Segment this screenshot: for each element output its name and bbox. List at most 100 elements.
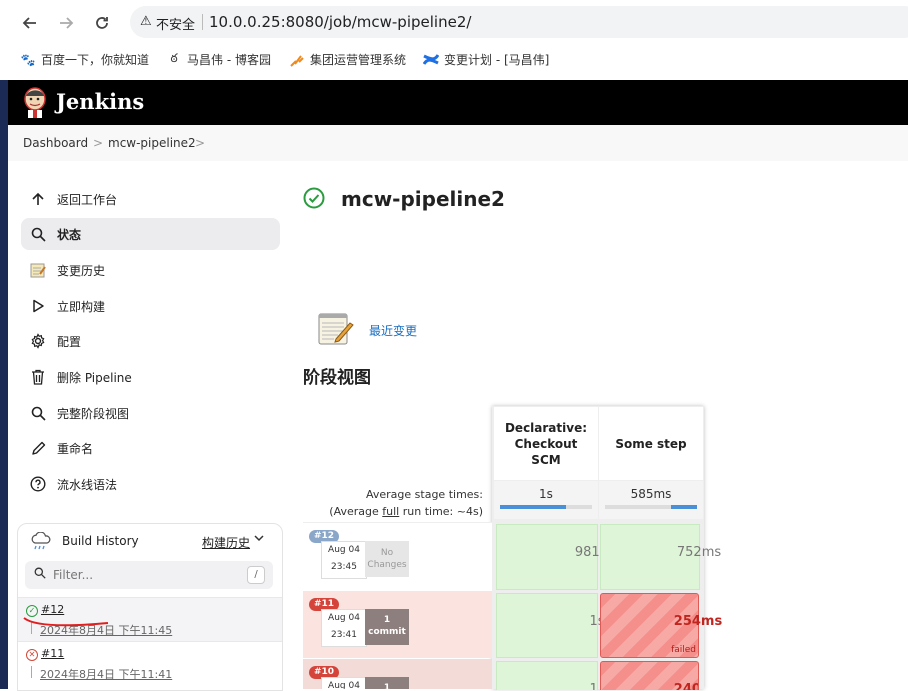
- avg-time-bar: [605, 505, 697, 509]
- run-time: 23:41: [331, 630, 357, 640]
- address-bar[interactable]: ⚠ 不安全 10.0.0.25:8080/job/mcw-pipeline2/: [130, 6, 908, 38]
- breadcrumb-dashboard[interactable]: Dashboard: [23, 136, 88, 150]
- keyboard-shortcut-hint: /: [247, 566, 265, 584]
- sidebar-item-label: 变更历史: [57, 264, 106, 278]
- stage-duration: 254ms: [673, 614, 723, 629]
- avg-label-prefix: (Average: [329, 505, 383, 518]
- sidebar-item-label: 完整阶段视图: [57, 407, 130, 421]
- breadcrumb-job[interactable]: mcw-pipeline2: [108, 136, 196, 150]
- breadcrumb: Dashboard > mcw-pipeline2 >: [8, 125, 908, 161]
- desktop-edge: [0, 80, 8, 689]
- page-title: mcw-pipeline2: [341, 187, 505, 211]
- recent-changes-link[interactable]: 最近变更: [369, 322, 417, 339]
- avg-full-link[interactable]: full: [382, 505, 399, 518]
- search-icon: [29, 404, 47, 422]
- ops-system-icon: [289, 52, 305, 68]
- avg-time: 1s: [539, 487, 553, 501]
- jenkins-logo-icon[interactable]: [22, 86, 48, 118]
- run-time: 23:45: [331, 562, 357, 572]
- stage-cell-success[interactable]: 1s: [496, 661, 598, 690]
- sidebar-item-status[interactable]: 状态: [21, 218, 280, 250]
- avg-label-suffix: run time: ~4s): [399, 505, 483, 518]
- bookmark-baidu[interactable]: 🐾 百度一下，你就知道: [20, 51, 150, 68]
- stage-header: Declarative: Checkout SCM: [494, 407, 598, 480]
- run-date-box: Aug 04: [321, 677, 367, 689]
- baidu-paw-icon: 🐾: [20, 52, 36, 67]
- weather-rain-icon: [30, 531, 52, 555]
- run-date: Aug 04: [328, 681, 360, 689]
- bookmark-label: 马昌伟 - 博客园: [187, 53, 271, 67]
- sidebar-item-label: 返回工作台: [57, 193, 118, 207]
- bookmark-cnblogs[interactable]: ఠ 马昌伟 - 博客园: [166, 51, 271, 68]
- filter-placeholder: Filter...: [53, 568, 94, 582]
- sidebar-item-full-stage-view[interactable]: 完整阶段视图: [21, 397, 280, 429]
- sidebar-item-label: 立即构建: [57, 300, 106, 314]
- sidebar-item-pipeline-syntax[interactable]: 流水线语法: [21, 468, 280, 500]
- stage-cell-failed[interactable]: 240ms: [600, 661, 699, 690]
- build-row[interactable]: ✕ #11 2024年8月4日 下午11:41: [18, 641, 282, 685]
- commit-unit: commit: [368, 627, 406, 637]
- trash-icon: [29, 368, 47, 386]
- build-row[interactable]: ✓ #12 2024年8月4日 下午11:45: [18, 597, 282, 641]
- stage-cell-success[interactable]: 1s: [496, 593, 605, 658]
- app-name[interactable]: Jenkins: [56, 89, 144, 114]
- avg-time-bar: [500, 505, 592, 509]
- notepad-icon: [316, 309, 354, 347]
- sidebar-item-label: 重命名: [57, 442, 94, 456]
- sidebar-item-label: 流水线语法: [57, 478, 118, 492]
- build-history-title: Build History: [62, 534, 139, 548]
- bookmark-confluence[interactable]: 变更计划 - [马昌伟]: [423, 51, 549, 68]
- commit-count-badge[interactable]: 1: [365, 677, 409, 689]
- play-icon: [29, 297, 47, 315]
- breadcrumb-separator: >: [93, 136, 104, 150]
- build-filter-input[interactable]: Filter... /: [25, 561, 273, 589]
- warning-triangle-icon: ⚠: [140, 14, 152, 29]
- build-date-link[interactable]: 2024年8月4日 下午11:41: [40, 666, 172, 682]
- reload-icon[interactable]: [90, 11, 114, 35]
- commit-count-badge[interactable]: 1 commit: [365, 609, 409, 645]
- sidebar-item-configure[interactable]: 配置: [21, 325, 280, 357]
- back-arrow-icon[interactable]: [18, 11, 42, 35]
- arrow-up-icon: [29, 190, 47, 208]
- forward-arrow-icon[interactable]: [54, 11, 78, 35]
- run-date: Aug 04: [328, 545, 360, 555]
- bookmark-ops[interactable]: 集团运营管理系统: [289, 51, 406, 68]
- sidebar-item-build-now[interactable]: 立即构建: [21, 290, 280, 322]
- confluence-icon: [423, 52, 439, 68]
- address-divider: [202, 14, 203, 30]
- avg-time-cell: 585ms: [599, 481, 703, 519]
- run-row-label[interactable]: #11 Aug 04 23:41 1 commit: [303, 591, 492, 658]
- security-label: 不安全: [156, 18, 196, 33]
- run-date: Aug 04: [328, 613, 360, 623]
- avg-time-cell: 1s: [494, 481, 598, 519]
- stage-header-label: Declarative: Checkout SCM: [504, 420, 588, 467]
- chevron-down-icon[interactable]: [254, 532, 264, 546]
- avg-label-line1: Average stage times:: [366, 488, 483, 501]
- failed-label: failed: [671, 645, 696, 655]
- run-row-label[interactable]: #12 Aug 04 23:45 No Changes: [303, 522, 492, 591]
- sidebar-item-delete[interactable]: 删除 Pipeline: [21, 361, 280, 393]
- sidebar-item-rename[interactable]: 重命名: [21, 432, 280, 464]
- jenkins-header: Jenkins: [8, 80, 908, 125]
- avg-time: 585ms: [630, 487, 672, 501]
- commit-count: 1: [383, 683, 391, 689]
- browser-toolbar: ⚠ 不安全 10.0.0.25:8080/job/mcw-pipeline2/ …: [0, 0, 908, 80]
- sidebar-item-changes[interactable]: 变更历史: [21, 254, 280, 286]
- bookmark-label: 百度一下，你就知道: [41, 53, 150, 67]
- run-row-label[interactable]: #10 Aug 04 1: [303, 659, 492, 689]
- stage-cell-success[interactable]: 981ms: [496, 524, 619, 590]
- build-trend-link[interactable]: 构建历史: [202, 534, 250, 551]
- url-text[interactable]: 10.0.0.25:8080/job/mcw-pipeline2/: [209, 13, 471, 31]
- stage-cell-success[interactable]: 752ms: [600, 524, 721, 590]
- sidebar-item-label: 状态: [57, 228, 82, 242]
- stage-cell-failed[interactable]: 254ms failed: [600, 593, 722, 658]
- sidebar-item-label: 删除 Pipeline: [57, 371, 132, 385]
- notepad-icon: [29, 261, 47, 279]
- build-number-link[interactable]: #11: [41, 647, 64, 660]
- stage-duration: 752ms: [676, 545, 722, 560]
- sidebar-item-back-to-dashboard[interactable]: 返回工作台: [21, 183, 280, 215]
- breadcrumb-separator[interactable]: >: [195, 136, 205, 150]
- cnblogs-icon: ఠ: [170, 51, 178, 65]
- stage-view-heading: 阶段视图: [303, 368, 371, 388]
- avg-time-bar-fill: [500, 505, 567, 509]
